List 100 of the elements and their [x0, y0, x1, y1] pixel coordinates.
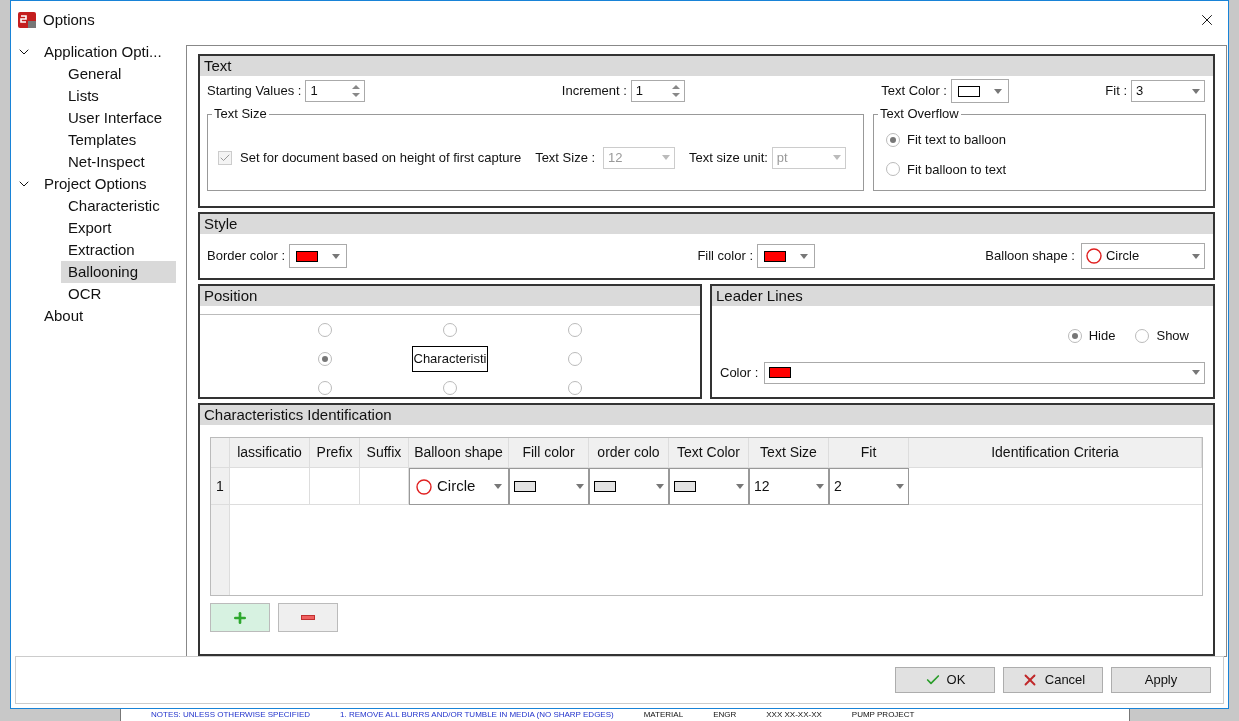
column-header[interactable]: Text Size [749, 438, 829, 467]
minus-icon [301, 615, 315, 620]
section-header: Text [200, 56, 1213, 76]
drawing-text: ENGR [713, 710, 737, 720]
add-row-button[interactable] [210, 603, 270, 632]
radio-button[interactable] [317, 352, 332, 366]
field-label: Starting Values : [207, 82, 302, 101]
radio-button[interactable] [568, 381, 583, 396]
cell-dropdown[interactable]: 12 [749, 468, 829, 505]
dialog-button[interactable]: Cancel [1003, 667, 1103, 693]
drawing-text: PUMP PROJECT [851, 710, 915, 720]
field-label: Increment : [561, 82, 627, 101]
dropdown-caret-icon [576, 484, 584, 489]
dropdown[interactable]: 3 [1131, 80, 1205, 102]
number-spinner[interactable]: 1 [630, 80, 685, 102]
dropdown-caret-icon [896, 484, 904, 489]
column-header[interactable]: Fill color [509, 438, 589, 467]
dropdown[interactable]: Circle [1081, 243, 1205, 269]
tree-item[interactable]: About [37, 305, 91, 327]
color-swatch [594, 481, 616, 492]
radio-button[interactable] [317, 381, 332, 396]
column-header[interactable]: Text Color [669, 438, 749, 467]
tree-item[interactable]: User Interface [61, 107, 169, 129]
radio-button[interactable] [1067, 328, 1082, 343]
color-swatch [514, 481, 536, 492]
dropdown-caret-icon [800, 253, 808, 259]
dropdown-caret-icon [816, 484, 824, 489]
dropdown-caret-icon [662, 155, 671, 160]
tree-item[interactable]: Net-Inspect [61, 151, 151, 173]
section-header: Position [200, 286, 700, 306]
dropdown-caret-icon [993, 88, 1002, 94]
radio-button[interactable] [568, 352, 583, 366]
tree-item[interactable]: Extraction [61, 239, 141, 261]
tree-item[interactable]: Lists [61, 85, 105, 107]
section-header: Style [200, 214, 1213, 234]
tree-item[interactable]: Ballooning [61, 261, 176, 283]
radio-button[interactable] [443, 381, 457, 396]
dropdown-caret-icon [494, 484, 502, 489]
color-swatch [674, 481, 696, 492]
cell-color-dropdown[interactable] [509, 468, 589, 505]
spin-arrows-icon [671, 84, 680, 98]
column-header[interactable]: Balloon shape [409, 438, 509, 467]
section-header: Leader Lines [712, 286, 1213, 306]
field-label: Text Size : [535, 148, 596, 167]
tree-item[interactable]: General [61, 63, 128, 85]
tree-item[interactable]: Project Options [37, 173, 154, 195]
radio-label: Fit balloon to text [907, 160, 1006, 179]
dialog-button[interactable]: Apply [1111, 667, 1211, 693]
radio-button[interactable] [886, 162, 900, 177]
section-header: Characteristics Identification [200, 405, 1213, 425]
column-header[interactable]: Fit [829, 438, 909, 467]
cell-dropdown[interactable]: 2 [829, 468, 909, 505]
dropdown-caret-icon [332, 253, 341, 259]
balloon-preview: Characteristi [411, 346, 489, 372]
radio-button[interactable] [317, 322, 332, 337]
radio-button[interactable] [443, 322, 457, 337]
field-label: Border color : [207, 247, 286, 266]
tree-item[interactable]: Templates [61, 129, 143, 151]
dropdown-caret-icon [832, 155, 841, 160]
radio-label: Hide [1088, 327, 1116, 345]
dropdown-caret-icon [656, 484, 664, 489]
circle-icon [1086, 248, 1102, 264]
row-header: 1 [211, 468, 230, 504]
column-header[interactable]: Identification Criteria [909, 438, 1202, 467]
radio-button[interactable] [886, 132, 900, 147]
remove-row-button[interactable] [278, 603, 338, 632]
tree-item[interactable]: Export [61, 217, 118, 239]
column-header[interactable]: Suffix [360, 438, 409, 467]
dialog-button[interactable]: OK [895, 667, 995, 693]
column-header[interactable]: lassificatio [230, 438, 310, 467]
spin-arrows-icon [352, 84, 361, 98]
color-dropdown[interactable] [757, 244, 815, 268]
cell-color-dropdown[interactable] [589, 468, 669, 505]
cell-color-dropdown[interactable] [669, 468, 749, 505]
checkbox-label: Set for document based on height of first capture [240, 148, 522, 167]
column-header[interactable]: Prefix [310, 438, 360, 467]
plus-icon [232, 609, 248, 626]
radio-label: Fit text to balloon [907, 131, 1006, 149]
tree-item[interactable]: OCR [61, 283, 108, 305]
radio-label: Show [1156, 327, 1189, 345]
radio-button[interactable] [1135, 328, 1150, 343]
field-label: Balloon shape : [985, 247, 1075, 266]
radio-button[interactable] [568, 322, 583, 337]
color-dropdown[interactable] [764, 361, 1205, 384]
color-dropdown[interactable] [289, 244, 348, 268]
window-title: Options [43, 9, 95, 30]
field-label: Fill color : [697, 247, 753, 266]
cell-dropdown[interactable]: Circle [409, 468, 509, 505]
dropdown-caret-icon [1192, 370, 1200, 375]
tree-item[interactable]: Characteristic [61, 195, 166, 217]
number-spinner[interactable]: 1 [305, 80, 366, 102]
dropdown-caret-icon [1192, 253, 1200, 259]
field-label: Color : [720, 363, 759, 382]
field-label: Text size unit: [689, 148, 768, 167]
drawing-text: NOTES: UNLESS OTHERWISE SPECIFIED [151, 710, 310, 720]
circle-icon [416, 478, 432, 495]
color-dropdown[interactable] [950, 79, 1009, 103]
app-logo-icon [17, 10, 37, 30]
column-header[interactable]: order colo [589, 438, 669, 467]
tree-item[interactable]: Application Opti... [37, 41, 169, 63]
